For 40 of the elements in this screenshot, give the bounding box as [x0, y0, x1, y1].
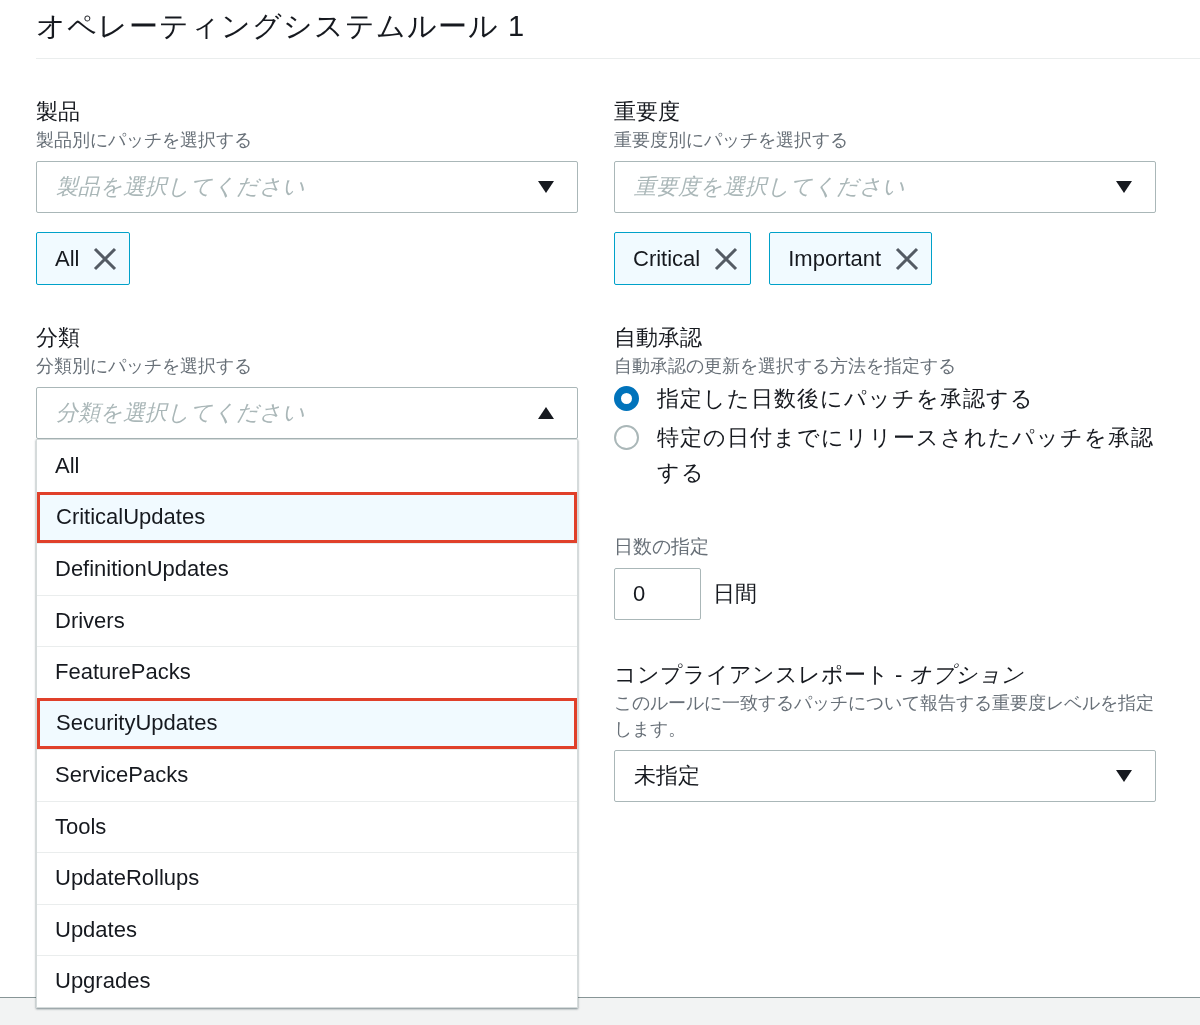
close-icon[interactable] — [714, 246, 739, 271]
token-label: All — [55, 245, 80, 272]
dropdown-option[interactable]: Drivers — [37, 594, 577, 646]
dropdown-option[interactable]: Updates — [37, 903, 577, 955]
dropdown-option[interactable]: CriticalUpdates — [37, 491, 577, 543]
field-label: 重要度 — [614, 98, 681, 126]
caret-icon — [1115, 180, 1133, 194]
number-input[interactable]: 0 — [614, 568, 701, 620]
dropdown-option[interactable]: Tools — [37, 800, 577, 852]
field-label: コンプライアンスレポート - オプション — [614, 661, 1025, 689]
token-label: Critical — [633, 245, 701, 272]
unit-label: 日間 — [713, 580, 757, 608]
dropdown-option[interactable]: ServicePacks — [37, 749, 577, 801]
field-label: 日数の指定 — [614, 535, 710, 559]
field-description: このルールに一致するパッチについて報告する重要度レベルを指定します。 — [614, 692, 1155, 741]
caret-icon — [537, 406, 555, 420]
dropdown-option[interactable]: FeaturePacks — [37, 646, 577, 698]
close-icon[interactable] — [93, 246, 118, 271]
radio-button[interactable] — [614, 386, 639, 411]
radio-label: 特定の日付までにリリースされたパッチを承認する — [657, 424, 1155, 487]
dropdown-option[interactable]: DefinitionUpdates — [37, 543, 577, 595]
dropdown-option[interactable]: Upgrades — [37, 955, 577, 1007]
token-label: Important — [788, 245, 882, 272]
select-field[interactable]: 未指定 — [614, 750, 1156, 802]
close-icon[interactable] — [895, 246, 920, 271]
field-description: 重要度別にパッチを選択する — [614, 129, 849, 152]
field-description: 分類別にパッチを選択する — [36, 355, 253, 378]
caret-icon — [1115, 769, 1133, 783]
dropdown-option[interactable]: SecurityUpdates — [37, 697, 577, 749]
dropdown-option[interactable]: All — [37, 440, 577, 492]
field-label: 自動承認 — [614, 324, 703, 352]
field-label: 製品 — [36, 98, 81, 126]
field-description: 製品別にパッチを選択する — [36, 129, 253, 152]
radio-button[interactable] — [614, 425, 639, 450]
dropdown-option[interactable]: UpdateRollups — [37, 852, 577, 904]
field-label: 分類 — [36, 324, 81, 352]
radio-label: 指定した日数後にパッチを承認する — [657, 385, 1035, 413]
field-description: 自動承認の更新を選択する方法を指定する — [614, 355, 957, 378]
caret-icon — [537, 180, 555, 194]
page-title: オペレーティングシステムルール 1 — [36, 9, 527, 44]
